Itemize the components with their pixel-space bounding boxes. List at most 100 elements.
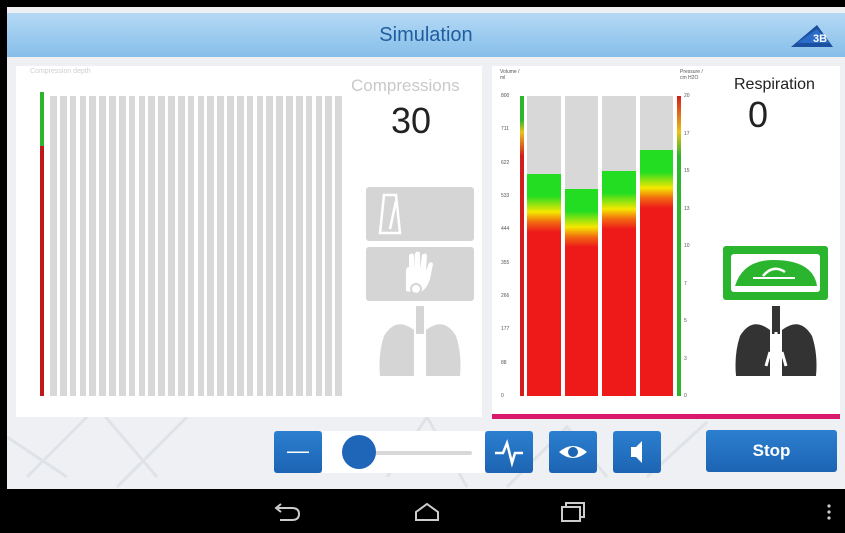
speaker-icon xyxy=(631,441,642,463)
breath-bar xyxy=(602,96,636,396)
view-button[interactable] xyxy=(549,431,597,473)
volume-tick-label: 266 xyxy=(501,293,510,299)
window-title: Simulation xyxy=(379,24,473,46)
respiration-accent-bar xyxy=(492,414,840,419)
pressure-axis-title: Pressure / cm H2O xyxy=(680,69,703,81)
title-bar: Simulation 3B xyxy=(7,13,845,57)
lungs-icon xyxy=(379,306,461,376)
compression-bar xyxy=(109,96,116,396)
compression-bar xyxy=(69,96,77,396)
pressure-tick-label: 5 xyxy=(684,318,687,324)
pressure-tick-label: 20 xyxy=(684,93,690,99)
depth-meter-green xyxy=(40,92,44,146)
volume-tick-label: 355 xyxy=(501,259,510,266)
compression-depth-header: Compression depth xyxy=(30,68,91,75)
compression-bar xyxy=(227,96,234,396)
svg-text:3B: 3B xyxy=(813,33,827,45)
volume-axis-title-line2: ml xyxy=(500,75,506,81)
compression-bar xyxy=(128,96,136,396)
compression-bar xyxy=(138,96,146,396)
pressure-axis-title-line2: cm H2O xyxy=(680,75,699,81)
compression-bar xyxy=(89,96,97,396)
compressions-panel: Compression depth Compressions 30 xyxy=(16,66,482,417)
compression-bar xyxy=(168,96,175,396)
volume-tick-label: 533 xyxy=(501,193,510,199)
compression-bar xyxy=(305,96,313,396)
pulse-button[interactable] xyxy=(485,431,533,473)
compression-bar xyxy=(315,96,323,396)
volume-tick-label: 444 xyxy=(501,226,510,233)
back-icon[interactable] xyxy=(272,502,302,522)
volume-tick-label: 711 xyxy=(501,126,509,133)
pressure-tick-label: 13 xyxy=(684,205,690,212)
pressure-scale-bar xyxy=(677,96,681,396)
volume-scale-bar xyxy=(520,96,524,396)
compression-bar xyxy=(148,96,156,396)
depth-meter-red xyxy=(40,146,44,396)
sound-button[interactable] xyxy=(613,431,661,473)
breath-bar xyxy=(639,96,673,396)
airway-icon xyxy=(731,254,820,292)
compression-depth-meter xyxy=(40,92,44,396)
compressions-count: 30 xyxy=(391,100,432,141)
compression-bar xyxy=(236,96,244,396)
volume-tick-label: 177 xyxy=(501,326,510,333)
eye-icon xyxy=(559,446,587,458)
compression-bar xyxy=(187,96,195,396)
compression-bar xyxy=(158,96,165,396)
compression-bar xyxy=(50,96,57,396)
volume-tick-label: 88 xyxy=(501,359,507,366)
pressure-tick-label: 7 xyxy=(684,280,687,287)
compression-bar xyxy=(286,96,293,396)
pressure-tick-label: 0 xyxy=(684,393,687,399)
compression-bar xyxy=(217,96,224,396)
slider-thumb[interactable] xyxy=(342,435,376,469)
overflow-menu-icon[interactable] xyxy=(826,503,832,521)
compression-bar xyxy=(177,96,185,396)
breath-bar xyxy=(564,96,598,396)
volume-tick-label: 0 xyxy=(501,393,504,399)
compressions-label: Compressions xyxy=(351,76,460,95)
pressure-tick-label: 17 xyxy=(684,130,690,137)
compression-bar xyxy=(118,96,126,396)
respiration-label: Respiration xyxy=(734,76,815,93)
brand-logo-icon: 3B xyxy=(791,25,833,47)
metronome-tile[interactable] xyxy=(366,187,474,241)
recent-apps-icon[interactable] xyxy=(558,501,588,523)
pressure-tick-label: 3 xyxy=(684,355,687,362)
decrease-label: — xyxy=(287,438,309,463)
respiration-panel: Volume / ml Pressure / cm H2O Respiratio… xyxy=(492,66,840,414)
compression-bar xyxy=(246,96,254,396)
compression-bar xyxy=(266,96,274,396)
volume-slider[interactable] xyxy=(322,431,485,473)
decrease-button[interactable]: — xyxy=(274,431,322,473)
compression-bar xyxy=(59,96,67,396)
home-icon[interactable] xyxy=(412,502,442,522)
compression-bar xyxy=(99,96,106,396)
hand-tile[interactable] xyxy=(366,247,474,301)
airway-tile[interactable] xyxy=(723,246,828,300)
respiration-count: 0 xyxy=(748,94,769,135)
metronome-icon xyxy=(378,193,402,235)
pressure-tick-label: 10 xyxy=(684,243,690,249)
compression-bar xyxy=(207,96,215,396)
system-navigation-bar xyxy=(0,489,845,533)
breath-bar xyxy=(527,96,561,396)
pressure-tick-label: 15 xyxy=(684,168,690,174)
compression-bars xyxy=(50,96,342,396)
compression-bar xyxy=(276,96,283,396)
compression-bar xyxy=(256,96,264,396)
pulse-icon xyxy=(495,438,523,468)
volume-axis-title: Volume / ml xyxy=(500,69,519,81)
app-screen: Simulation 3B Compression depth Compress… xyxy=(7,7,845,489)
hand-icon xyxy=(406,251,433,295)
volume-tick-label: 800 xyxy=(501,93,510,99)
stop-button[interactable]: Stop xyxy=(706,430,837,472)
compression-bar xyxy=(295,96,303,396)
volume-tick-label: 622 xyxy=(501,159,510,166)
breath-bars xyxy=(527,96,673,396)
compression-bar xyxy=(325,96,333,396)
compression-bar xyxy=(79,96,87,396)
compression-bar xyxy=(335,96,342,396)
lungs-icon xyxy=(735,306,817,376)
